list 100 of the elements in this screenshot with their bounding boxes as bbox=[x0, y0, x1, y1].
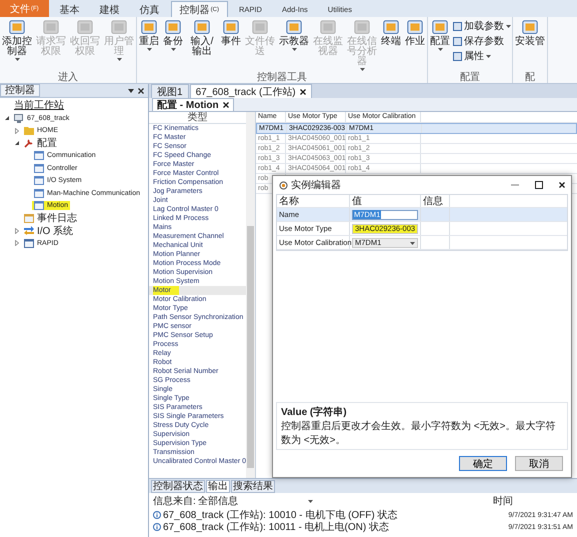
cancel-button[interactable]: 取消 bbox=[515, 456, 563, 471]
message-text: 67_608_track (工作站): 10011 - 电机上电(ON) 状态 bbox=[163, 520, 390, 534]
ribbon-button[interactable]: 备份 bbox=[162, 18, 184, 72]
caret-icon bbox=[486, 55, 491, 58]
expanded-arrow-icon[interactable] bbox=[4, 115, 10, 122]
tile-icon bbox=[319, 19, 337, 37]
ribbon-button[interactable]: 配置 bbox=[429, 18, 451, 72]
expanded-arrow-icon[interactable] bbox=[14, 140, 20, 146]
ribbon-button[interactable]: 事件 bbox=[220, 18, 242, 72]
list-icon bbox=[24, 214, 34, 223]
tile-icon bbox=[453, 22, 462, 30]
tile-icon bbox=[251, 19, 269, 37]
caret-icon bbox=[410, 242, 415, 244]
tile-icon bbox=[406, 19, 424, 37]
editor-icon bbox=[279, 180, 288, 190]
caret-icon bbox=[116, 58, 122, 61]
info-icon bbox=[153, 523, 161, 531]
caret-icon bbox=[438, 48, 442, 51]
document-tab[interactable]: 配置 - Motion bbox=[152, 98, 234, 111]
tile-icon bbox=[110, 19, 128, 37]
ribbon-button[interactable]: 示教器 bbox=[278, 18, 310, 72]
computer-icon bbox=[14, 114, 24, 123]
ribbon-tab[interactable]: 仿真 bbox=[130, 1, 169, 17]
ribbon-button[interactable]: 作业 bbox=[404, 18, 426, 72]
window-icon bbox=[24, 238, 34, 248]
close-icon[interactable] bbox=[222, 102, 229, 108]
collapsed-arrow-icon[interactable] bbox=[14, 128, 20, 134]
tree-item[interactable]: 事件日志 bbox=[22, 211, 79, 226]
wrench-icon bbox=[24, 138, 34, 148]
folder-icon bbox=[24, 126, 34, 136]
tile-icon bbox=[382, 19, 400, 37]
tile-icon bbox=[453, 52, 462, 60]
caret-icon bbox=[308, 500, 313, 503]
scrollbar[interactable] bbox=[246, 112, 255, 478]
close-icon[interactable] bbox=[559, 182, 565, 188]
ribbon-button[interactable]: 保存参数 bbox=[453, 34, 511, 48]
ribbon-button[interactable]: 终端 bbox=[380, 18, 402, 72]
column-header[interactable]: 时间 bbox=[493, 494, 513, 508]
collapsed-arrow-icon[interactable] bbox=[14, 228, 20, 234]
tile-icon bbox=[76, 19, 94, 37]
message-text: 67_608_track (工作站): 10010 - 电机下电 (OFF) 状态 bbox=[163, 508, 399, 522]
ribbon-button[interactable]: 输入/输出 bbox=[186, 18, 218, 72]
info-icon bbox=[153, 511, 161, 519]
tile-icon bbox=[8, 19, 26, 37]
window-icon bbox=[34, 176, 44, 186]
arrows-icon bbox=[24, 226, 34, 236]
dropdown-icon[interactable] bbox=[128, 88, 134, 94]
window-icon bbox=[34, 164, 44, 173]
group-label: 进入 bbox=[57, 72, 79, 83]
tile-icon bbox=[521, 19, 539, 37]
tile-icon bbox=[431, 19, 449, 37]
collapsed-arrow-icon[interactable] bbox=[14, 240, 20, 246]
group-label: 控制器工具 bbox=[256, 72, 308, 83]
value-title: Value (字符串) bbox=[281, 405, 348, 419]
caret-icon bbox=[292, 48, 296, 51]
tree-item[interactable]: I/O 系统 bbox=[22, 224, 76, 238]
caret-icon bbox=[360, 68, 364, 71]
close-icon[interactable] bbox=[138, 88, 144, 94]
ribbon-button[interactable]: 重启 bbox=[138, 18, 160, 72]
group-label: 配置 bbox=[459, 72, 481, 83]
document-tab[interactable]: 67_608_track (工作站) bbox=[190, 84, 312, 98]
tree-title[interactable]: 当前工作站 bbox=[4, 100, 144, 112]
caret-icon bbox=[170, 48, 176, 51]
tree-item[interactable]: 配置 bbox=[22, 136, 59, 150]
column-header[interactable]: 值 bbox=[350, 195, 421, 207]
ribbon-button[interactable]: 属性 bbox=[453, 49, 511, 63]
filter-label: 信息来自: bbox=[153, 494, 196, 508]
caret-icon bbox=[506, 25, 511, 28]
ribbon-tab[interactable]: 建模 bbox=[90, 1, 129, 17]
ribbon-tab[interactable]: 基本 bbox=[50, 1, 89, 17]
tile-icon bbox=[353, 19, 371, 37]
tile-icon bbox=[285, 19, 303, 37]
ok-button[interactable]: 确定 bbox=[459, 456, 507, 471]
ribbon-button[interactable]: 添加控制器 bbox=[1, 18, 33, 72]
dialog-title: 实例编辑器 bbox=[291, 178, 342, 192]
tile-icon bbox=[42, 19, 60, 37]
column-header[interactable]: 名称 bbox=[277, 195, 350, 207]
window-icon bbox=[34, 201, 44, 210]
window-icon bbox=[34, 151, 44, 160]
caret-icon bbox=[14, 58, 20, 61]
ribbon-button[interactable]: 安装管 bbox=[514, 18, 546, 72]
tile-icon bbox=[164, 19, 182, 37]
description-text: 控制器重启后更改才会生效。最小字符数为 <无效>。最大字符数为 <无效>。 bbox=[281, 420, 556, 447]
tile-icon bbox=[453, 36, 462, 46]
caret-icon bbox=[146, 48, 152, 51]
tile-icon bbox=[140, 19, 158, 37]
column-header[interactable]: 信息 bbox=[421, 195, 450, 207]
window-icon bbox=[34, 188, 44, 198]
pane-tab[interactable]: 输出 bbox=[206, 480, 230, 493]
maximize-icon[interactable] bbox=[535, 181, 543, 189]
filter-dropdown[interactable]: 全部信息 bbox=[198, 494, 313, 508]
tile-icon bbox=[222, 19, 240, 37]
group-label: 配 bbox=[524, 72, 536, 83]
pane-tab[interactable]: 搜索结果 bbox=[231, 480, 275, 493]
pane-tab[interactable]: 控制器 bbox=[0, 84, 40, 97]
pane-tab[interactable]: 控制器状态 bbox=[151, 480, 205, 493]
document-tab[interactable]: 视图1 bbox=[151, 84, 189, 98]
ribbon-button[interactable]: 加载参数 bbox=[453, 19, 511, 33]
tile-icon bbox=[193, 19, 211, 37]
close-icon[interactable] bbox=[300, 88, 306, 94]
